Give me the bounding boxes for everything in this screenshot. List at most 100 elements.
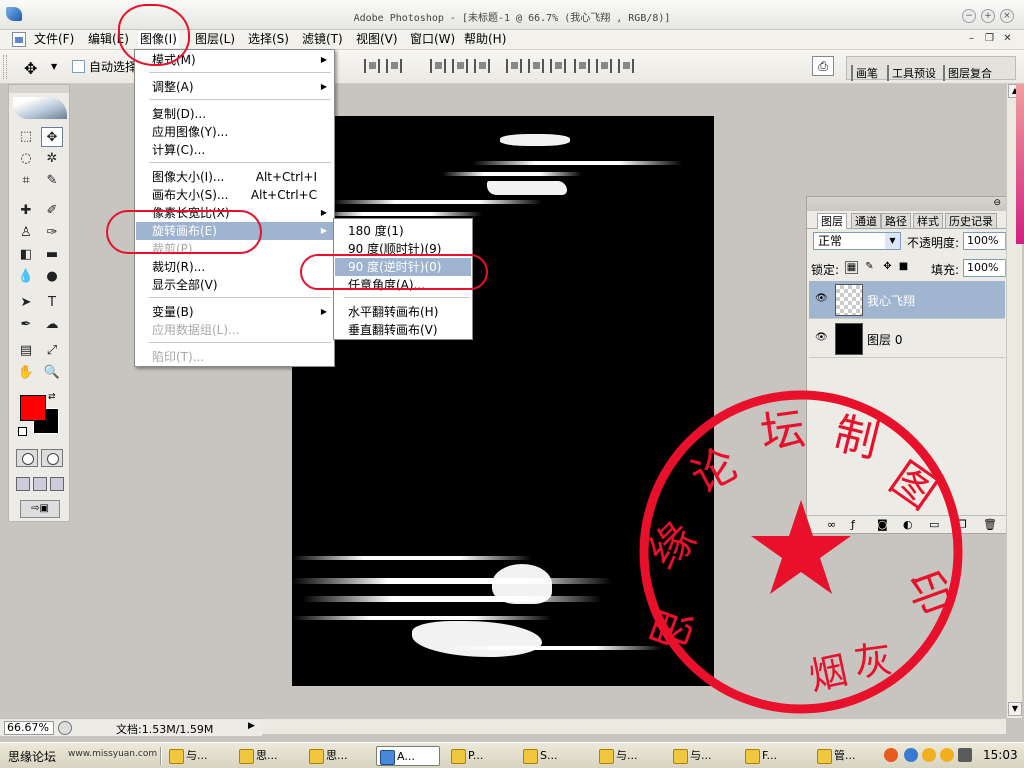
delete-layer-icon[interactable]: 🗑 (983, 518, 997, 531)
align-left-icon[interactable] (452, 59, 468, 73)
menu-item-apply-image[interactable]: 应用图像(Y)... (136, 123, 333, 141)
history-brush-icon[interactable]: ✑ (41, 223, 63, 243)
swap-colors-icon[interactable]: ⇄ (48, 392, 56, 402)
quick-mask-button[interactable] (41, 449, 63, 467)
visibility-eye-icon[interactable]: 👁 (815, 293, 828, 304)
menu-help[interactable]: 帮助(H) (462, 31, 508, 48)
hand-tool-icon[interactable]: ✋ (15, 363, 37, 383)
blend-mode-select[interactable]: 正常 ▼ (813, 232, 901, 250)
menu-item-adjust[interactable]: 调整(A) ▶ (136, 78, 333, 96)
menu-view[interactable]: 视图(V) (354, 31, 400, 48)
menu-item-flip-horizontal[interactable]: 水平翻转画布(H) (335, 303, 471, 321)
dock-tab-layer-comps[interactable]: 图层复合 (943, 65, 995, 81)
palette-minimize-icon[interactable]: ⊖ (993, 198, 1001, 208)
notes-tool-icon[interactable]: ▤ (15, 341, 37, 361)
screen-mode-standard-icon[interactable] (16, 477, 30, 491)
taskbar-item[interactable]: 管... (814, 746, 864, 766)
doc-close-icon[interactable]: ✕ (1000, 33, 1015, 46)
visibility-eye-icon[interactable]: 👁 (815, 332, 828, 343)
screen-mode-full-menu-icon[interactable] (33, 477, 47, 491)
crop-tool-icon[interactable]: ⌗ (15, 171, 37, 191)
layer-row[interactable]: 👁 我心飞翔 (809, 281, 1005, 319)
taskbar-item[interactable]: 与... (596, 746, 660, 766)
zoom-tool-icon[interactable]: 🔍 (41, 363, 63, 383)
tray-qq-icon[interactable] (922, 748, 936, 762)
menu-select[interactable]: 选择(S) (246, 31, 291, 48)
healing-brush-icon[interactable]: ✚ (15, 201, 37, 221)
menu-item-variables[interactable]: 变量(B) ▶ (136, 303, 333, 321)
document-icon[interactable] (12, 32, 26, 47)
pen-tool-icon[interactable]: ✒ (15, 315, 37, 335)
lasso-tool-icon[interactable]: ◌ (15, 149, 37, 169)
eyedropper-icon[interactable]: ⤢ (41, 341, 63, 361)
dock-tab-brushes[interactable]: 画笔 (851, 65, 881, 81)
magic-wand-icon[interactable]: ✲ (41, 149, 63, 169)
distribute-vcenter-icon[interactable] (528, 59, 544, 73)
distribute-hcenter-icon[interactable] (596, 59, 612, 73)
menu-file[interactable]: 文件(F) (32, 31, 76, 48)
menu-item-canvas-size[interactable]: 画布大小(S)... Alt+Ctrl+C (136, 186, 333, 204)
tray-network-icon[interactable] (904, 748, 918, 762)
brush-tool-icon[interactable]: ✐ (41, 201, 63, 221)
move-tool-button[interactable]: ✥ (41, 127, 63, 147)
taskbar-item[interactable]: 思... (306, 746, 370, 766)
dodge-tool-icon[interactable]: ● (41, 267, 63, 287)
status-info-icon[interactable] (58, 721, 72, 735)
tab-paths[interactable]: 路径 (881, 213, 911, 229)
default-colors-icon[interactable] (18, 427, 27, 436)
close-icon[interactable]: × (1000, 9, 1014, 23)
opacity-input[interactable]: 100% (963, 232, 1007, 250)
eraser-tool-icon[interactable]: ◧ (15, 245, 37, 265)
taskbar-item[interactable]: 与... (670, 746, 734, 766)
jump-to-imageready-icon[interactable]: ⇨▣ (20, 500, 60, 518)
menu-item-flip-vertical[interactable]: 垂直翻转画布(V) (335, 321, 471, 339)
scroll-down-icon[interactable]: ▼ (1008, 702, 1022, 716)
menu-item-duplicate[interactable]: 复制(D)... (136, 105, 333, 123)
menu-item-rotate-180[interactable]: 180 度(1) (335, 222, 471, 240)
align-hcenter-icon[interactable] (474, 59, 490, 73)
blur-tool-icon[interactable]: 💧 (15, 267, 37, 287)
distribute-left-icon[interactable] (574, 59, 590, 73)
tab-history[interactable]: 历史记录 (945, 213, 997, 229)
toolbox-header[interactable] (9, 85, 69, 93)
palette-title-bar[interactable]: ⊖ ⊗ (807, 197, 1019, 211)
distribute-right-icon[interactable] (618, 59, 634, 73)
move-tool-icon[interactable]: ✥ (24, 59, 37, 78)
distribute-bottom-icon[interactable] (550, 59, 566, 73)
slice-tool-icon[interactable]: ✎ (41, 171, 63, 191)
start-label[interactable]: 思缘论坛 (8, 748, 56, 765)
type-tool-icon[interactable]: T (41, 293, 63, 313)
doc-restore-icon[interactable]: ❐ (982, 33, 997, 46)
tray-app-icon[interactable] (884, 748, 898, 762)
menu-window[interactable]: 窗口(W) (408, 31, 457, 48)
layer-row[interactable]: 👁 图层 0 (809, 320, 1005, 358)
tool-preset-dropdown-icon[interactable]: ▼ (51, 62, 57, 71)
zoom-field[interactable]: 66.67% (4, 721, 54, 735)
dock-tab-tool-presets[interactable]: 工具预设 (887, 65, 939, 81)
distribute-top-icon[interactable] (506, 59, 522, 73)
lock-position-icon[interactable]: ✥ (881, 261, 894, 274)
menu-filter[interactable]: 滤镜(T) (300, 31, 345, 48)
lock-image-icon[interactable]: ✎ (863, 261, 876, 274)
tray-qq-icon[interactable] (940, 748, 954, 762)
feather-logo-icon[interactable] (13, 97, 67, 119)
menu-item-calculations[interactable]: 计算(C)... (136, 141, 333, 159)
gradient-tool-icon[interactable]: ▬ (41, 245, 63, 265)
taskbar-item[interactable]: F... (742, 746, 806, 766)
tab-styles[interactable]: 样式 (913, 213, 943, 229)
taskbar-item[interactable]: 与... (166, 746, 230, 766)
clone-stamp-icon[interactable]: ♙ (15, 223, 37, 243)
file-browser-icon[interactable]: ⎙ (812, 56, 834, 76)
doc-minimize-icon[interactable]: – (964, 33, 979, 46)
standard-mode-button[interactable] (16, 449, 38, 467)
tab-layers[interactable]: 图层 (817, 213, 847, 229)
menu-item-image-size[interactable]: 图像大小(I)... Alt+Ctrl+I (136, 168, 333, 186)
taskbar-item[interactable]: S... (520, 746, 584, 766)
align-vcenter-icon[interactable] (386, 59, 402, 73)
lock-all-icon[interactable]: ■ (897, 261, 910, 274)
maximize-icon[interactable]: + (981, 9, 995, 23)
fill-input[interactable]: 100% (963, 259, 1007, 277)
status-menu-arrow-icon[interactable]: ▶ (248, 721, 255, 731)
taskbar-item[interactable]: 思... (236, 746, 300, 766)
menu-layer[interactable]: 图层(L) (193, 31, 237, 48)
